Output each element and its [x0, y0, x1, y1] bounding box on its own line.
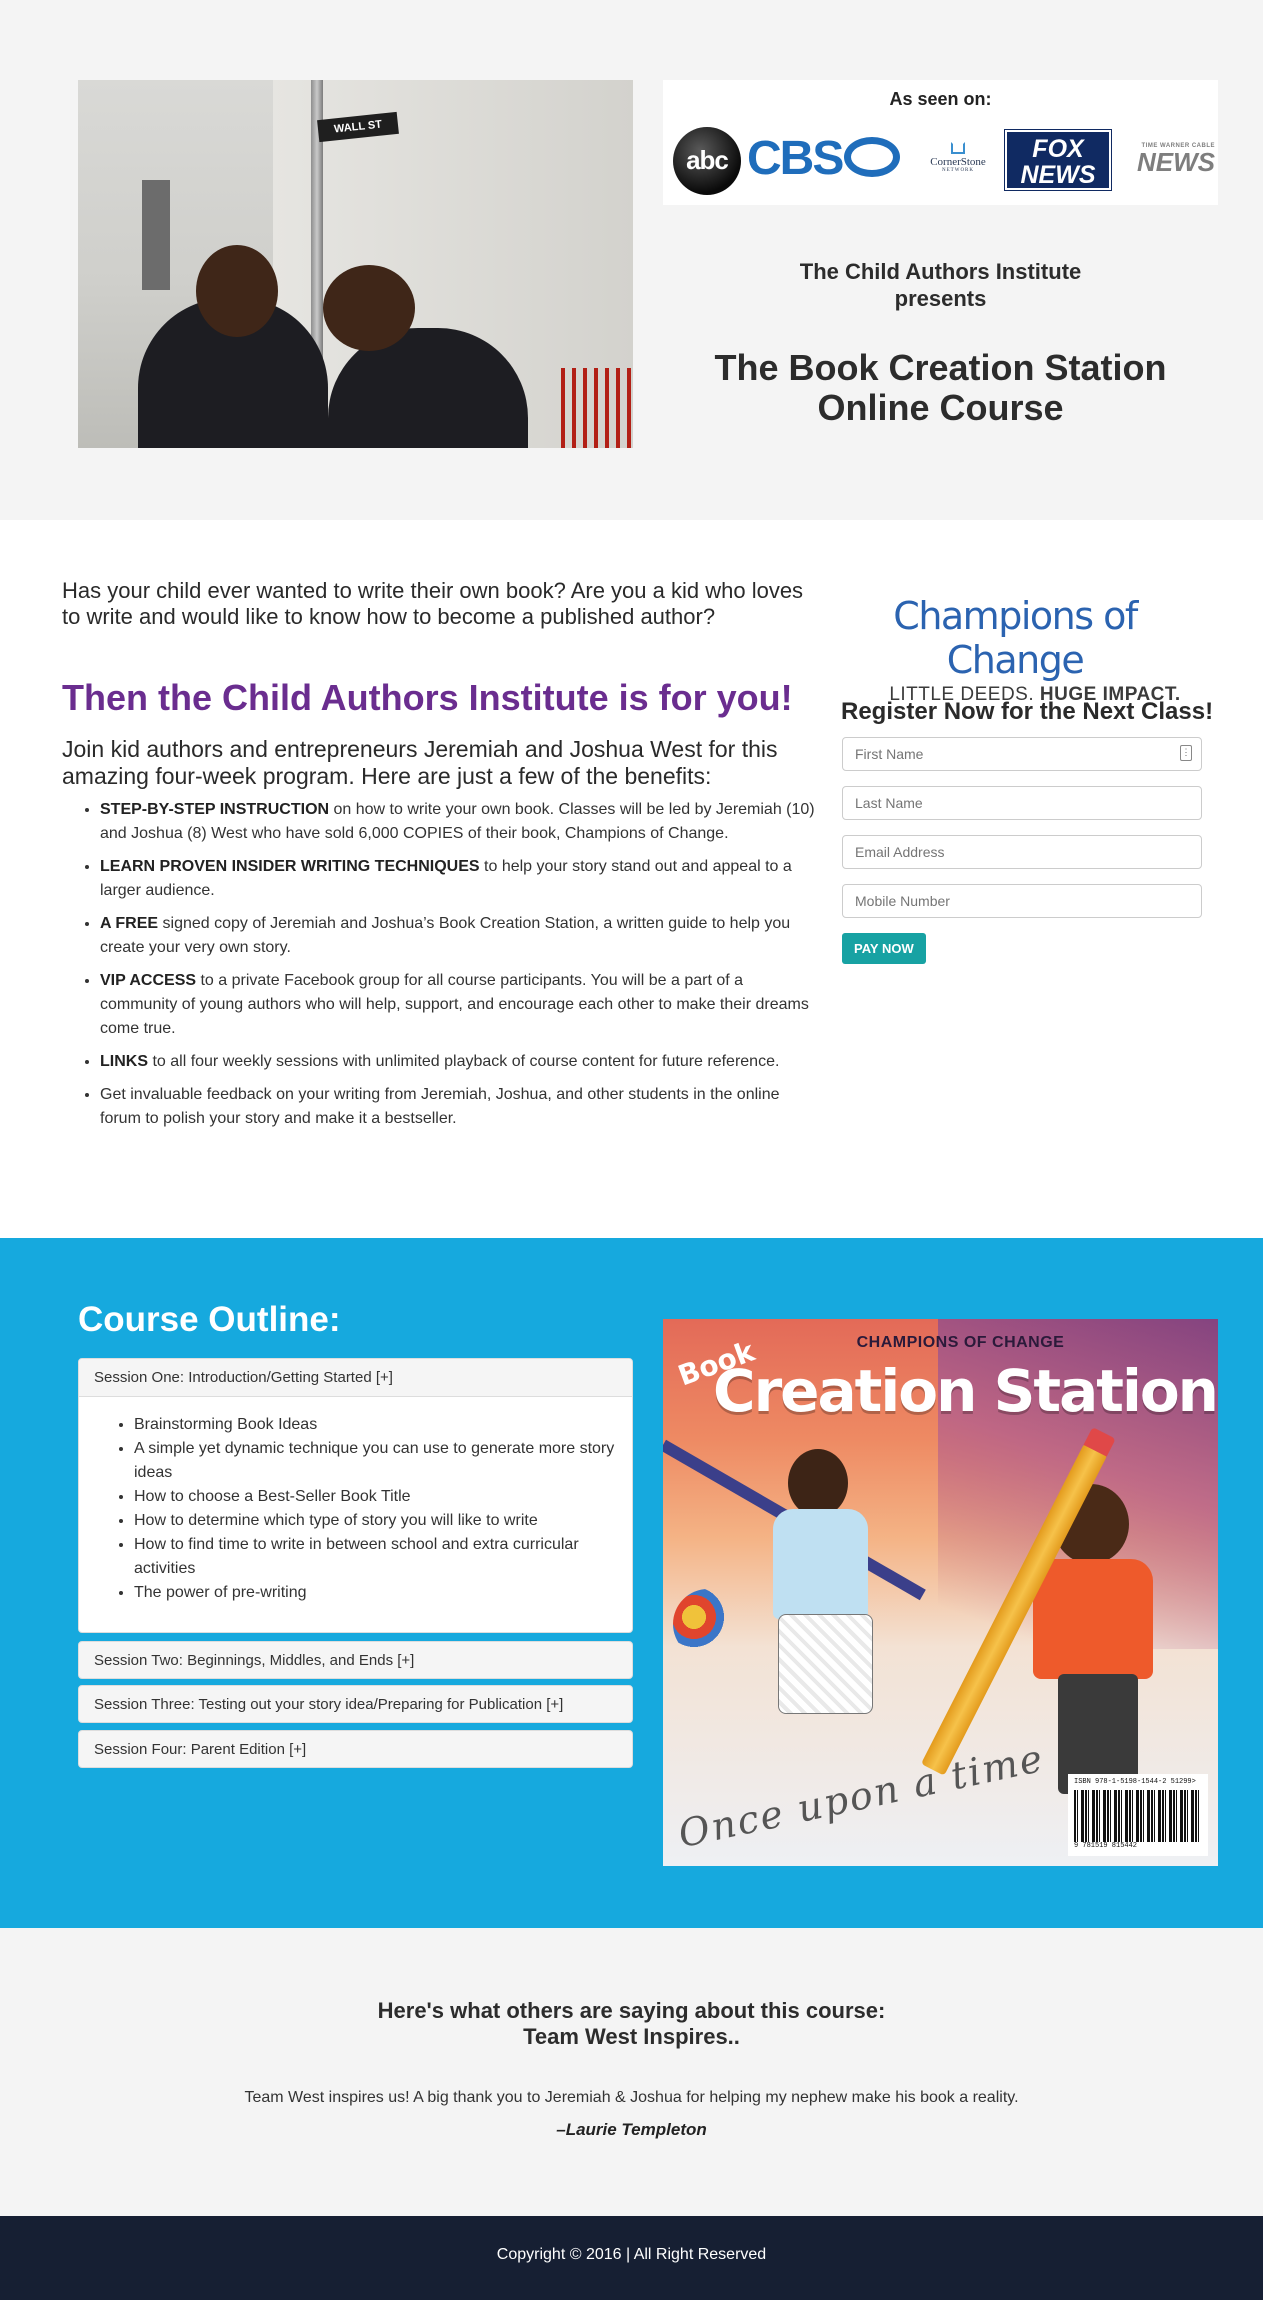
benefit-bold: LEARN PROVEN INSIDER WRITING TECHNIQUES	[100, 858, 480, 875]
session-four-panel: Session Four: Parent Edition [+]	[78, 1730, 633, 1768]
photo-boy-left-head	[196, 245, 278, 337]
media-logos: abc CBS CornerStone NETWORK FOX NEWS TIM…	[673, 124, 1215, 195]
testimonial-heading-line1: Here's what others are saying about this…	[377, 1998, 886, 2023]
benefit-item: LEARN PROVEN INSIDER WRITING TECHNIQUES …	[100, 855, 820, 903]
course-title-line2: Online Course	[817, 387, 1064, 428]
book-kid-left-legs	[778, 1614, 873, 1714]
presents-heading: The Child Authors Institute presents	[663, 258, 1218, 312]
course-title: The Book Creation Station Online Course	[663, 348, 1218, 428]
photo-window	[142, 180, 170, 290]
testimonial-quote: Team West inspires us! A big thank you t…	[244, 2089, 1019, 2106]
testimonial-author: –Laurie Templeton	[556, 2120, 707, 2139]
benefit-bold: STEP-BY-STEP INSTRUCTION	[100, 801, 330, 818]
book-paint-palette	[673, 1589, 743, 1659]
book-isbn-text: ISBN 978-1-5198-1544-2	[1074, 1778, 1167, 1786]
course-outline-section: Course Outline: Session One: Introductio…	[0, 1238, 1263, 1928]
topic-item: How to choose a Best-Seller Book Title	[134, 1485, 632, 1509]
book-cover-image: CHAMPIONS OF CHANGE Book Creation Statio…	[663, 1319, 1218, 1866]
cbs-eye-icon	[844, 137, 901, 178]
fox-logo-line1: FOX	[1032, 135, 1084, 163]
session-two-panel: Session Two: Beginnings, Middles, and En…	[78, 1641, 633, 1679]
photo-fence	[561, 368, 633, 448]
book-script: Once upon a time	[674, 1735, 1048, 1857]
session-one-topics: Brainstorming Book Ideas A simple yet dy…	[79, 1397, 632, 1605]
book-kid-left-shirt	[773, 1509, 868, 1619]
cornerstone-logo-text: CornerStone	[930, 156, 986, 168]
benefit-text: to all four weekly sessions with unlimit…	[148, 1053, 780, 1070]
as-seen-on-panel: As seen on: abc CBS CornerStone NETWORK …	[663, 80, 1218, 205]
mobile-input[interactable]	[842, 884, 1202, 918]
copyright-text: Copyright © 2016 | All Right Reserved	[496, 2246, 767, 2263]
benefits-list: STEP-BY-STEP INSTRUCTION on how to write…	[100, 798, 820, 1140]
topic-item: The power of pre-writing	[134, 1581, 632, 1605]
book-kid-right-shirt	[1033, 1559, 1153, 1679]
session-three-toggle[interactable]: Session Three: Testing out your story id…	[79, 1686, 632, 1724]
intro-question: Has your child ever wanted to write thei…	[62, 578, 804, 629]
book-price-code: 51299>	[1170, 1778, 1196, 1786]
testimonial-section: Here's what others are saying about this…	[0, 1928, 1263, 2216]
benefit-item: A FREE signed copy of Jeremiah and Joshu…	[100, 912, 820, 960]
as-seen-on-title: As seen on:	[889, 89, 992, 109]
session-four-toggle[interactable]: Session Four: Parent Edition [+]	[79, 1731, 632, 1769]
book-barcode: ISBN 978-1-5198-1544-2 51299> 9 781519 8…	[1068, 1774, 1208, 1856]
pay-now-button[interactable]: PAY NOW	[842, 933, 926, 964]
session-one-toggle[interactable]: Session One: Introduction/Getting Starte…	[79, 1359, 632, 1397]
cornerstone-mark-icon	[951, 142, 965, 154]
fox-news-logo: FOX NEWS	[1004, 129, 1112, 191]
twc-news-logo: TIME WARNER CABLE NEWS	[1119, 142, 1215, 177]
autofill-key-icon[interactable]: ⋮	[1180, 745, 1192, 761]
benefit-item: VIP ACCESS to a private Facebook group f…	[100, 969, 820, 1041]
presents-line2: presents	[894, 286, 987, 311]
intro-section: Has your child ever wanted to write thei…	[0, 520, 1263, 1238]
intro-lead: Join kid authors and entrepreneurs Jerem…	[62, 736, 778, 789]
fox-logo-line2: NEWS	[1020, 161, 1096, 189]
outline-title: Course Outline:	[78, 1300, 341, 1339]
register-title: Register Now for the Next Class!	[841, 698, 1214, 725]
testimonial-heading-line2: Team West Inspires..	[523, 2024, 740, 2049]
benefit-text: Get invaluable feedback on your writing …	[100, 1086, 780, 1127]
champions-of-change-logo: Champions of Change LITTLE DEEDS. HUGE I…	[840, 594, 1190, 706]
topic-item: A simple yet dynamic technique you can u…	[134, 1437, 632, 1485]
topic-item: Brainstorming Book Ideas	[134, 1413, 632, 1437]
book-kid-left	[743, 1449, 893, 1719]
book-title: Creation Station	[713, 1357, 1218, 1425]
cbs-logo-text: CBS	[747, 132, 844, 185]
last-name-input[interactable]	[842, 786, 1202, 820]
abc-logo: abc	[673, 127, 741, 195]
benefit-text: signed copy of Jeremiah and Joshua’s Boo…	[100, 915, 791, 956]
intro-highlight: Then the Child Authors Institute is for …	[62, 677, 793, 718]
brand-name: Champions of Change	[893, 594, 1138, 682]
benefit-item: STEP-BY-STEP INSTRUCTION on how to write…	[100, 798, 820, 846]
benefit-bold: LINKS	[100, 1053, 148, 1070]
benefit-text: to a private Facebook group for all cour…	[100, 972, 809, 1037]
book-barcode-digits: 9 781519 815442	[1074, 1842, 1138, 1850]
presents-line1: The Child Authors Institute	[799, 259, 1082, 284]
benefit-item: Get invaluable feedback on your writing …	[100, 1083, 820, 1131]
session-three-panel: Session Three: Testing out your story id…	[78, 1685, 633, 1723]
session-two-toggle[interactable]: Session Two: Beginnings, Middles, and En…	[79, 1642, 632, 1680]
photo-boy-right-head	[323, 265, 415, 351]
topic-item: How to determine which type of story you…	[134, 1509, 632, 1533]
book-isbn: ISBN 978-1-5198-1544-2 51299>	[1074, 1778, 1202, 1786]
course-title-line1: The Book Creation Station	[714, 347, 1167, 388]
cornerstone-logo: CornerStone NETWORK	[913, 142, 1003, 173]
session-one-panel: Session One: Introduction/Getting Starte…	[78, 1358, 633, 1633]
barcode-bars	[1074, 1790, 1202, 1842]
first-name-input[interactable]	[842, 737, 1202, 771]
email-input[interactable]	[842, 835, 1202, 869]
benefit-bold: VIP ACCESS	[100, 972, 197, 989]
topic-item: How to find time to write in between sch…	[134, 1533, 632, 1581]
benefit-item: LINKS to all four weekly sessions with u…	[100, 1050, 820, 1074]
benefit-bold: A FREE	[100, 915, 159, 932]
testimonial-heading: Here's what others are saying about this…	[0, 1998, 1263, 2050]
cornerstone-logo-sub: NETWORK	[942, 168, 974, 173]
hero-photo: WALL ST	[78, 80, 633, 448]
book-kid-left-head	[788, 1449, 848, 1517]
footer: Copyright © 2016 | All Right Reserved	[0, 2216, 1263, 2300]
twc-logo-text: NEWS	[1137, 147, 1215, 177]
hero-section: WALL ST As seen on: abc CBS CornerStone …	[0, 0, 1263, 520]
cbs-logo: CBS	[747, 132, 901, 185]
